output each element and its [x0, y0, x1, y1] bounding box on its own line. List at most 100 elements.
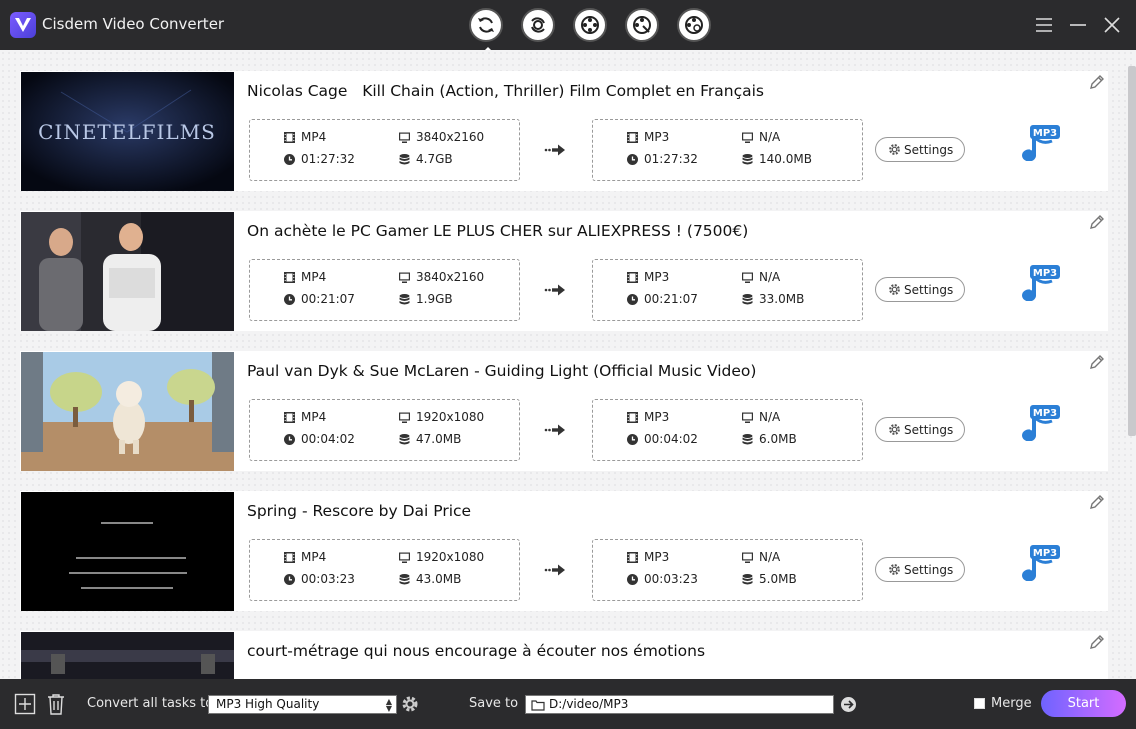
database-icon	[398, 153, 411, 166]
convert-all-label: Convert all tasks to	[87, 696, 214, 711]
video-thumbnail[interactable]	[21, 632, 234, 679]
merge-checkbox[interactable]	[974, 698, 985, 709]
video-thumbnail[interactable]	[21, 212, 234, 331]
tab-convert[interactable]	[469, 8, 503, 52]
mp3-format-icon[interactable]: MP3	[1022, 543, 1064, 582]
output-format-select[interactable]: MP3 High Quality ▲ ▼	[208, 695, 397, 714]
edit-pencil-icon[interactable]	[1088, 633, 1106, 651]
format-value: MP4	[301, 550, 327, 564]
folder-icon	[531, 700, 545, 711]
task-row[interactable]: court-métrage qui nous encourage à écout…	[20, 631, 1108, 679]
monitor-icon	[741, 411, 754, 424]
scrollbar[interactable]	[1128, 66, 1136, 436]
target-info-box: MP3 N/A 00:03:23 5.0MB	[592, 539, 863, 601]
video-thumbnail[interactable]	[21, 352, 234, 471]
start-button[interactable]: Start	[1041, 690, 1126, 717]
menu-icon[interactable]	[1033, 14, 1055, 36]
edit-pencil-icon[interactable]	[1088, 73, 1106, 91]
film-download-icon	[581, 16, 599, 34]
video-thumbnail[interactable]	[21, 492, 234, 611]
updown-arrows-icon: ▲ ▼	[385, 697, 392, 713]
duration-value: 00:04:02	[301, 432, 355, 446]
convert-arrow-icon	[544, 561, 568, 579]
monitor-icon	[741, 131, 754, 144]
tab-search[interactable]	[677, 8, 711, 42]
source-info-box: MP4 1920x1080 00:04:02 47.0MB	[249, 399, 520, 461]
settings-button[interactable]: Settings	[875, 557, 965, 582]
database-icon	[741, 153, 754, 166]
format-value: MP3	[644, 550, 670, 564]
settings-button[interactable]: Settings	[875, 137, 965, 162]
mp3-format-icon[interactable]: MP3	[1022, 123, 1064, 162]
edit-pencil-icon[interactable]	[1088, 213, 1106, 231]
resolution-value: N/A	[759, 270, 781, 284]
format-value: MP4	[301, 130, 327, 144]
clock-icon	[283, 293, 296, 306]
duration-value: 00:04:02	[644, 432, 698, 446]
settings-button[interactable]: Settings	[875, 417, 965, 442]
tab-editor[interactable]	[625, 8, 659, 42]
close-icon[interactable]	[1101, 14, 1123, 36]
edit-pencil-icon[interactable]	[1088, 493, 1106, 511]
tab-download[interactable]	[573, 8, 607, 42]
size-value: 33.0MB	[759, 292, 805, 306]
size-value: 5.0MB	[759, 572, 797, 586]
size-value: 140.0MB	[759, 152, 812, 166]
clock-icon	[283, 433, 296, 446]
task-title: Spring - Rescore by Dai Price	[247, 502, 472, 520]
film-icon	[283, 551, 296, 564]
task-row[interactable]: CINETELFILMS Nicolas Cage Kill Chain (Ac…	[20, 71, 1108, 191]
gear-icon[interactable]	[400, 694, 422, 716]
size-value: 43.0MB	[416, 572, 462, 586]
clock-icon	[626, 433, 639, 446]
task-list: CINETELFILMS Nicolas Cage Kill Chain (Ac…	[0, 50, 1136, 679]
mp3-format-icon[interactable]: MP3	[1022, 403, 1064, 442]
duration-value: 01:27:32	[644, 152, 698, 166]
resolution-value: N/A	[759, 550, 781, 564]
film-icon	[626, 131, 639, 144]
app-logo-icon	[10, 12, 36, 38]
video-thumbnail[interactable]: CINETELFILMS	[21, 72, 234, 191]
merge-label: Merge	[991, 696, 1032, 711]
open-folder-arrow-icon[interactable]	[840, 696, 857, 713]
duration-value: 00:21:07	[301, 292, 355, 306]
convert-arrow-icon	[544, 421, 568, 439]
badge-text: MP3	[1033, 128, 1057, 139]
film-icon	[626, 271, 639, 284]
size-value: 4.7GB	[416, 152, 453, 166]
database-icon	[398, 293, 411, 306]
save-path-field[interactable]: D:/video/MP3	[525, 695, 834, 714]
monitor-icon	[741, 271, 754, 284]
tab-rip[interactable]	[521, 8, 555, 42]
add-file-icon[interactable]	[14, 693, 36, 715]
format-value: MP3	[644, 130, 670, 144]
task-row[interactable]: Spring - Rescore by Dai Price MP4 1920x1…	[20, 491, 1108, 611]
resolution-value: 3840x2160	[416, 270, 485, 284]
task-row[interactable]: On achète le PC Gamer LE PLUS CHER sur A…	[20, 211, 1108, 331]
rip-icon	[531, 17, 545, 33]
edit-pencil-icon[interactable]	[1088, 353, 1106, 371]
size-value: 6.0MB	[759, 432, 797, 446]
minimize-icon[interactable]	[1067, 14, 1089, 36]
format-value: MP3	[644, 270, 670, 284]
gear-icon	[888, 283, 901, 299]
monitor-icon	[398, 411, 411, 424]
mp3-format-icon[interactable]: MP3	[1022, 263, 1064, 302]
monitor-icon	[398, 271, 411, 284]
resolution-value: 1920x1080	[416, 410, 485, 424]
gear-icon	[888, 143, 901, 159]
task-title: Paul van Dyk & Sue McLaren - Guiding Lig…	[247, 362, 757, 380]
settings-button[interactable]: Settings	[875, 277, 965, 302]
film-icon	[283, 411, 296, 424]
database-icon	[741, 433, 754, 446]
convert-arrow-icon	[544, 141, 568, 159]
trash-icon[interactable]	[45, 693, 67, 715]
task-row[interactable]: Paul van Dyk & Sue McLaren - Guiding Lig…	[20, 351, 1108, 471]
source-info-box: MP4 3840x2160 00:21:07 1.9GB	[249, 259, 520, 321]
task-title: Nicolas Cage Kill Chain (Action, Thrille…	[247, 82, 765, 100]
duration-value: 00:03:23	[644, 572, 698, 586]
format-value: MP4	[301, 270, 327, 284]
settings-label: Settings	[904, 143, 954, 157]
database-icon	[741, 573, 754, 586]
clock-icon	[283, 573, 296, 586]
